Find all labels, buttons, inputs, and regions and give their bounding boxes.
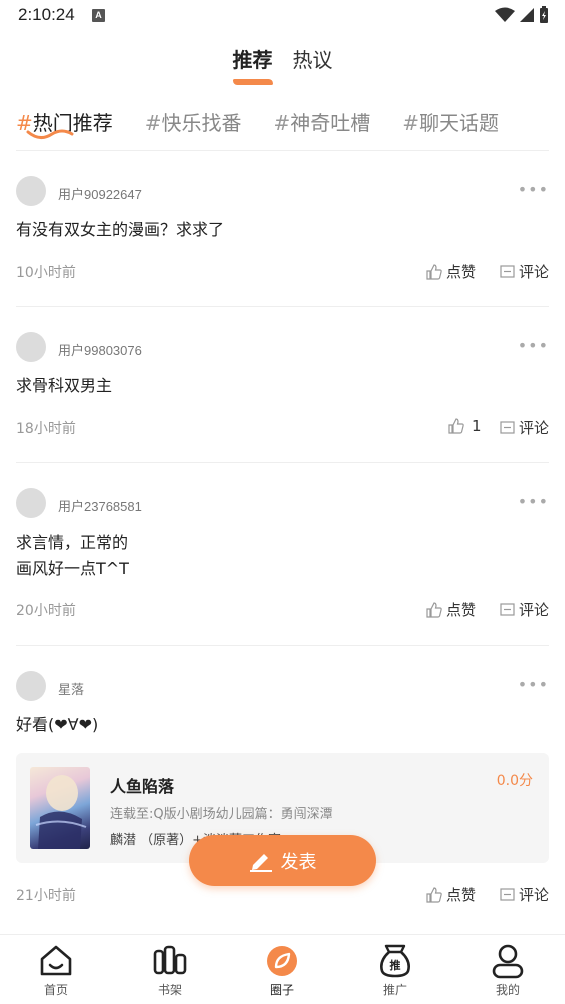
divider [16, 645, 549, 646]
comment-button[interactable]: 评论 [500, 599, 549, 620]
promote-bag-icon: 推 [380, 944, 410, 978]
tab-recommend[interactable]: 推荐 [232, 42, 273, 85]
post-username[interactable]: 用户99803076 [58, 340, 142, 359]
top-tabs: 推荐 热议 [0, 42, 565, 85]
nav-label: 推广 [382, 983, 407, 997]
comment-label: 评论 [519, 601, 550, 619]
post-content[interactable]: 求言情，正常的 画风好一点T^T [16, 530, 129, 582]
nav-mine[interactable]: 我的 [468, 943, 548, 998]
status-icons [495, 6, 549, 24]
nav-label: 圈子 [269, 983, 294, 997]
comment-icon [500, 602, 515, 616]
pen-icon [249, 853, 272, 872]
like-label: 点赞 [446, 601, 477, 619]
like-label: 点赞 [446, 886, 477, 904]
nav-label: 首页 [43, 983, 68, 997]
promote-badge-text: 推 [390, 958, 401, 972]
thumbs-up-icon [426, 263, 442, 280]
post-username[interactable]: 星落 [58, 679, 84, 698]
divider [16, 150, 549, 151]
book-title: 人鱼陷落 [110, 777, 175, 796]
publish-label: 发表 [280, 851, 317, 873]
nav-bookshelf[interactable]: 书架 [130, 943, 210, 998]
post-content-line: 画风好一点T^T [16, 559, 129, 578]
status-bar: 2:10:24 A [0, 0, 565, 32]
avatar[interactable] [16, 671, 46, 701]
post-content[interactable]: 求骨科双男主 [16, 373, 112, 399]
notification-a-icon: A [92, 9, 105, 22]
topic-underline-decoration [26, 129, 74, 139]
post-username[interactable]: 用户90922647 [58, 184, 142, 203]
nav-circle[interactable]: 圈子 [242, 943, 322, 998]
avatar[interactable] [16, 332, 46, 362]
divider [16, 462, 549, 463]
topic-hash: # [273, 110, 291, 135]
post-content-line: 求言情，正常的 [16, 533, 129, 552]
more-options-icon[interactable]: ••• [518, 492, 549, 511]
status-time: 2:10:24 [18, 5, 75, 24]
comment-button[interactable]: 评论 [500, 417, 549, 438]
circle-icon [267, 946, 297, 976]
topic-chat[interactable]: #聊天话题 [402, 107, 499, 136]
wifi-icon [495, 7, 515, 22]
more-options-icon[interactable]: ••• [518, 675, 549, 694]
topic-hash: # [402, 110, 420, 135]
post-username[interactable]: 用户23768581 [58, 496, 142, 515]
avatar[interactable] [16, 176, 46, 206]
thumbs-up-icon [448, 418, 464, 434]
more-options-icon[interactable]: ••• [518, 180, 549, 199]
topic-label: 聊天话题 [419, 110, 500, 135]
comment-label: 评论 [519, 886, 550, 904]
comment-label: 评论 [519, 263, 550, 281]
post-time: 10小时前 [16, 265, 76, 281]
like-button[interactable]: 点赞 [426, 599, 476, 620]
book-cover-image [30, 767, 90, 849]
nav-label: 书架 [157, 983, 182, 997]
comment-icon [500, 887, 515, 901]
topic-tabs: #热门推荐 #快乐找番 #神奇吐槽 #聊天话题 [16, 104, 551, 139]
post-time: 21小时前 [16, 888, 76, 904]
topic-hash: # [144, 110, 162, 135]
book-serial-status: 连载至:Q版小剧场幼儿园篇：勇闯深潭 [110, 807, 333, 822]
like-count: 1 [472, 417, 482, 435]
signal-icon [520, 8, 534, 22]
post-time: 18小时前 [16, 421, 76, 437]
comment-button[interactable]: 评论 [500, 261, 549, 282]
bottom-nav: 首页 书架 圈子 推 推广 我的 [0, 934, 565, 1004]
divider [16, 306, 549, 307]
bookshelf-icon [153, 945, 187, 975]
comment-label: 评论 [519, 419, 550, 437]
topic-amazing-rant[interactable]: #神奇吐槽 [274, 107, 371, 136]
topic-label: 快乐找番 [161, 110, 242, 135]
book-score: 0.0分 [496, 773, 533, 789]
post-content[interactable]: 有没有双女主的漫画？求求了 [16, 217, 224, 243]
like-button[interactable]: 1 [448, 417, 482, 435]
comment-icon [500, 420, 515, 434]
nav-home[interactable]: 首页 [16, 943, 96, 998]
profile-icon [492, 944, 524, 979]
post-time: 20小时前 [16, 603, 76, 619]
publish-button[interactable]: 发表 [189, 835, 376, 886]
like-label: 点赞 [446, 263, 477, 281]
nav-promote[interactable]: 推 推广 [355, 943, 435, 998]
nav-label: 我的 [495, 983, 520, 997]
thumbs-up-icon [426, 601, 442, 618]
comment-button[interactable]: 评论 [500, 884, 549, 905]
home-icon [40, 945, 72, 976]
more-options-icon[interactable]: ••• [518, 336, 549, 355]
topic-label: 神奇吐槽 [290, 110, 371, 135]
like-button[interactable]: 点赞 [426, 884, 476, 905]
tab-hot-discussion[interactable]: 热议 [293, 42, 333, 82]
like-button[interactable]: 点赞 [426, 261, 476, 282]
post-content[interactable]: 好看(❤∀❤) [16, 712, 98, 738]
topic-hot-recommend[interactable]: #热门推荐 [16, 107, 113, 139]
thumbs-up-icon [426, 886, 442, 903]
battery-icon [540, 6, 548, 23]
book-cover-art [35, 775, 87, 849]
avatar[interactable] [16, 488, 46, 518]
comment-icon [500, 264, 515, 278]
topic-happy-find[interactable]: #快乐找番 [145, 107, 242, 136]
